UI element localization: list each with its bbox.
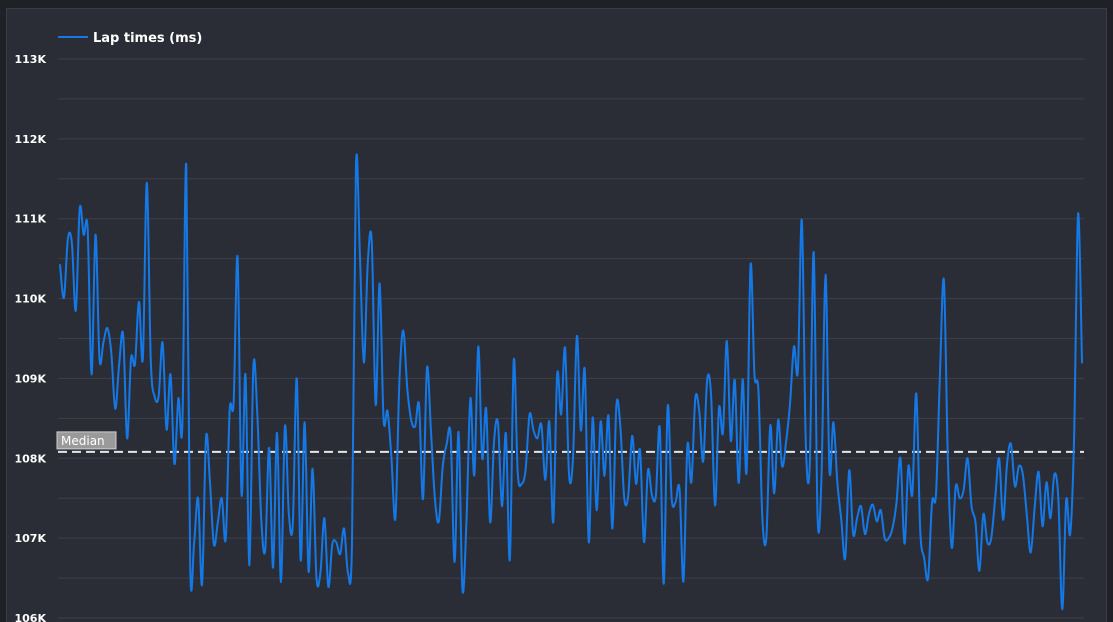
y-axis: 106K 107K 108K 109K 110K 111K 112K 113K bbox=[15, 53, 47, 622]
y-tick-label: 107K bbox=[15, 532, 47, 545]
median-label: Median bbox=[61, 434, 105, 448]
y-tick-label: 106K bbox=[15, 612, 47, 622]
legend[interactable]: Lap times (ms) bbox=[58, 31, 202, 46]
y-tick-label: 109K bbox=[15, 372, 47, 385]
y-tick-label: 110K bbox=[15, 293, 47, 306]
legend-label: Lap times (ms) bbox=[93, 31, 202, 46]
lap-times-chart: 106K107K108K109K110K111K112K113K Median … bbox=[15, 31, 1084, 622]
y-tick-label: 113K bbox=[15, 53, 47, 66]
lap-times-series-line bbox=[59, 153, 1083, 611]
y-tick-label: 111K bbox=[15, 213, 47, 226]
median-line-group: Median bbox=[56, 431, 1084, 453]
y-tick-label: 108K bbox=[15, 452, 47, 465]
y-tick-label: 112K bbox=[15, 133, 47, 146]
